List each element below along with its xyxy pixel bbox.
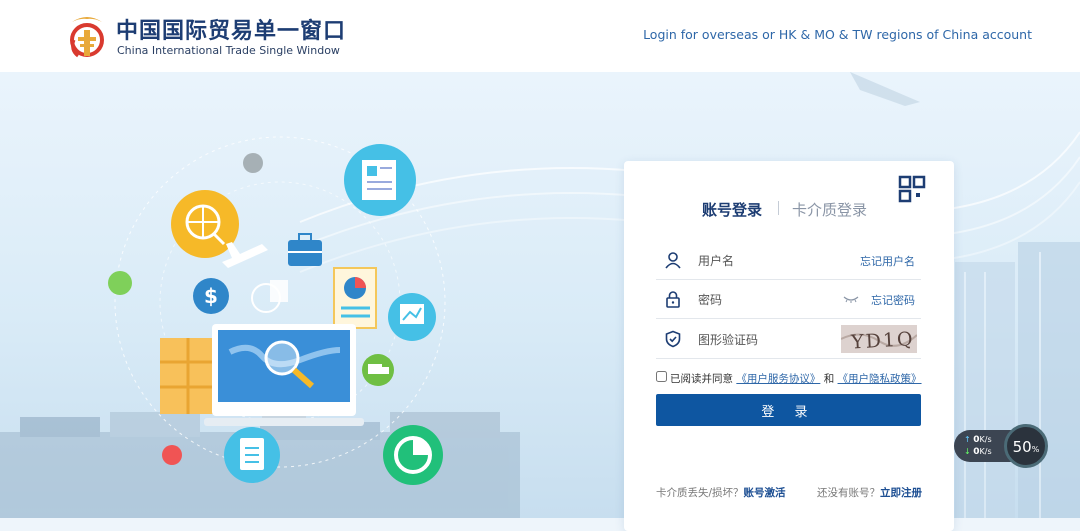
brand-title-en: China International Trade Single Window: [117, 44, 340, 57]
briefcase-icon: [288, 233, 322, 266]
globe-document-icon: [251, 280, 288, 313]
packages-illustration: [160, 338, 216, 414]
upload-speed: ↑ 0K/s: [964, 435, 992, 445]
login-button[interactable]: 登 录: [656, 394, 921, 426]
service-agreement-link[interactable]: 《用户服务协议》: [736, 373, 820, 385]
qr-code-icon[interactable]: [898, 175, 932, 209]
tab-account-login[interactable]: 账号登录: [702, 199, 762, 220]
top-header: 中国国际贸易单一窗口 China International Trade Sin…: [0, 0, 1080, 72]
password-input[interactable]: [696, 288, 840, 312]
truck-icon: [362, 354, 394, 386]
forgot-password-link[interactable]: 忘记密码: [871, 292, 915, 308]
monitor-illustration: [204, 324, 364, 426]
report-chart-icon: [333, 267, 377, 329]
shield-check-icon: [665, 330, 681, 348]
usage-percent: 50%: [1012, 438, 1040, 456]
lock-icon: [666, 291, 680, 308]
pie-chart-icon: [383, 425, 443, 485]
captcha-image[interactable]: YD1Q: [841, 325, 917, 353]
captcha-text: YD1Q: [850, 328, 916, 353]
register-row: 还没有账号？立即注册: [817, 485, 922, 500]
network-speed-widget[interactable]: ↑ 0K/s ↓ 0K/s 50%: [954, 424, 1052, 468]
agree-and: 和: [823, 373, 835, 385]
brand-title-cn: 中国国际贸易单一窗口: [116, 19, 347, 44]
account-activate-link[interactable]: 账号激活: [744, 487, 786, 499]
logo-icon: [70, 17, 104, 58]
tab-divider: [778, 201, 779, 215]
forgot-username-link[interactable]: 忘记用户名: [860, 253, 915, 269]
plane-icon: [222, 242, 268, 268]
agree-checkbox[interactable]: [656, 371, 667, 382]
agree-prefix: 已阅读并同意: [670, 373, 733, 385]
username-row: 忘记用户名: [656, 241, 921, 280]
card-activation-row: 卡介质丢失/损坏？账号激活: [656, 485, 786, 500]
password-row: 忘记密码: [656, 280, 921, 319]
airplane-icon: [850, 72, 920, 106]
download-speed: ↓ 0K/s: [964, 447, 992, 457]
register-link[interactable]: 立即注册: [880, 487, 922, 499]
document-icon: [344, 144, 416, 216]
privacy-policy-link[interactable]: 《用户隐私政策》: [838, 373, 922, 385]
no-account-text: 还没有账号？: [817, 487, 880, 499]
captcha-row: YD1Q: [656, 320, 921, 359]
dollar-icon: $: [193, 278, 229, 314]
agreement-row: 已阅读并同意 《用户服务协议》 和 《用户隐私政策》: [656, 370, 946, 386]
memory-usage-circle: 50%: [1004, 424, 1048, 468]
user-icon: [665, 252, 681, 269]
presentation-board-icon: [388, 293, 436, 341]
login-panel: 账号登录 卡介质登录 忘记用户名 忘记密码: [624, 161, 954, 531]
hide-password-icon[interactable]: [843, 295, 859, 303]
agreement-text: 已阅读并同意 《用户服务协议》 和 《用户隐私政策》: [670, 371, 922, 386]
clipboard-icon: [224, 427, 280, 483]
svg-text:$: $: [204, 284, 218, 308]
overseas-login-link[interactable]: Login for overseas or HK & MO & TW regio…: [643, 27, 1032, 42]
card-lost-text: 卡介质丢失/损坏？: [656, 487, 744, 499]
captcha-input[interactable]: [696, 328, 840, 352]
username-input[interactable]: [696, 249, 840, 273]
city-buildings-illustration: [955, 242, 1080, 518]
tab-card-login[interactable]: 卡介质登录: [792, 199, 867, 220]
